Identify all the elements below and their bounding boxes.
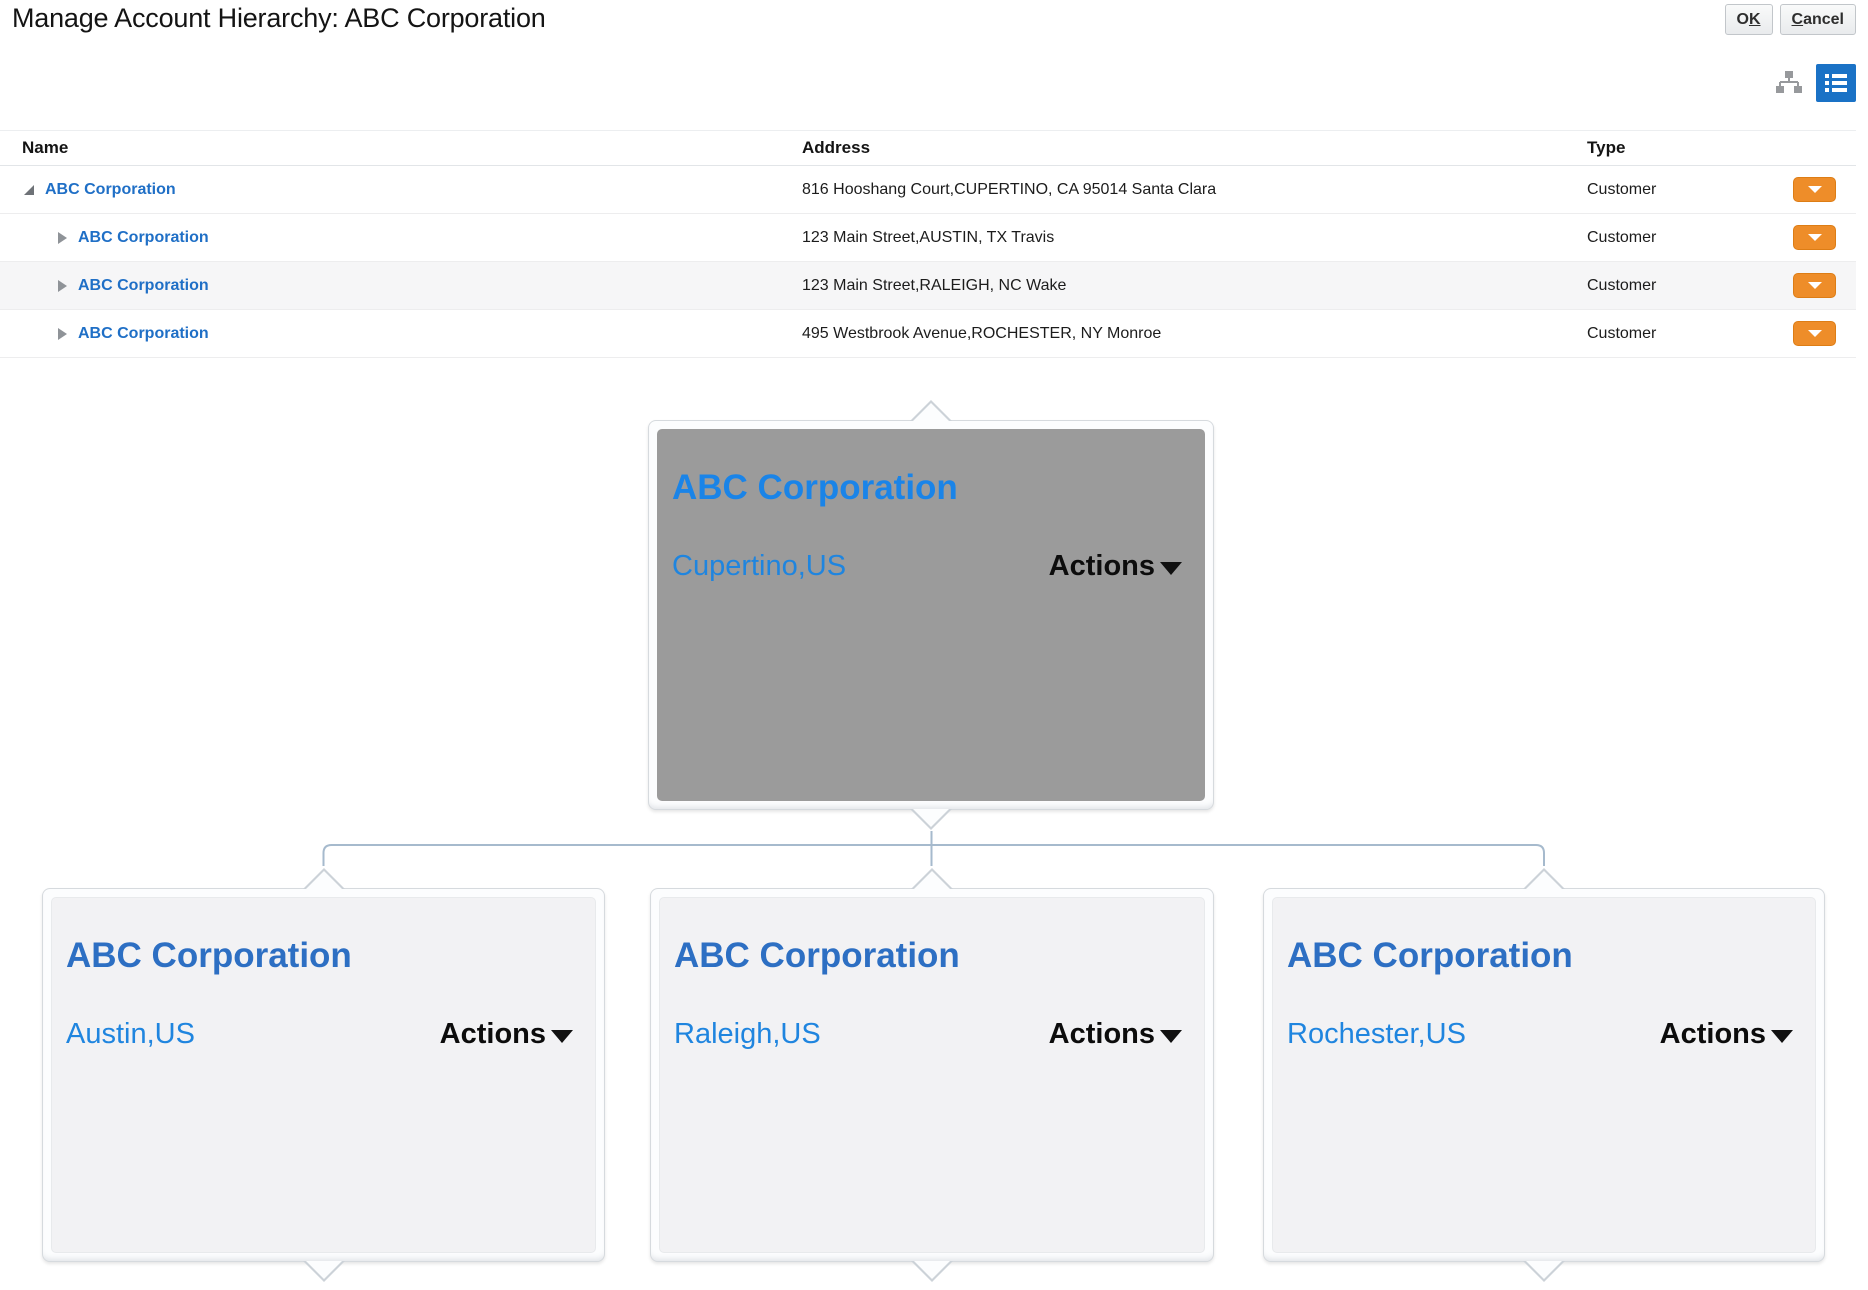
account-name-link[interactable]: ABC Corporation [78,229,209,247]
caret-down-icon [1771,1030,1793,1043]
table-row: ABC Corporation 123 Main Street,RALEIGH,… [0,262,1856,310]
account-name-link[interactable]: ABC Corporation [78,325,209,343]
address-cell: 123 Main Street,AUSTIN, TX Travis [790,229,1577,247]
expand-arrow-icon[interactable] [58,328,67,340]
node-location: Raleigh,US [674,1018,821,1051]
cancel-button[interactable]: Cancel [1780,4,1856,35]
hierarchy-node-child[interactable]: ABC Corporation Rochester,US Actions [1263,888,1825,1262]
address-cell: 123 Main Street,RALEIGH, NC Wake [790,277,1577,295]
node-location: Rochester,US [1287,1018,1466,1051]
expand-arrow-icon[interactable] [24,185,34,195]
type-cell: Customer [1577,181,1783,199]
node-location: Cupertino,US [672,550,846,583]
type-cell: Customer [1577,325,1783,343]
ok-button[interactable]: OK [1725,4,1773,35]
header-buttons: OK Cancel [1725,4,1857,35]
expand-arrow-icon[interactable] [58,232,67,244]
table-row: ABC Corporation 495 Westbrook Avenue,ROC… [0,310,1856,358]
column-header-address: Address [790,138,1577,158]
caret-down-icon [1808,186,1822,193]
expand-arrow-icon[interactable] [58,280,67,292]
account-name-link[interactable]: ABC Corporation [78,277,209,295]
node-name-link[interactable]: ABC Corporation [674,936,1190,976]
node-actions-menu[interactable]: Actions [1660,1018,1793,1051]
hierarchy-node-root[interactable]: ABC Corporation Cupertino,US Actions [648,420,1214,810]
node-location: Austin,US [66,1018,195,1051]
row-actions-dropdown-button[interactable] [1793,273,1836,298]
address-cell: 495 Westbrook Avenue,ROCHESTER, NY Monro… [790,325,1577,343]
row-actions-dropdown-button[interactable] [1793,321,1836,346]
view-toolbar [1774,64,1856,102]
type-cell: Customer [1577,229,1783,247]
caret-down-icon [1808,330,1822,337]
caret-down-icon [1160,1030,1182,1043]
caret-down-icon [1808,234,1822,241]
column-header-name: Name [0,138,790,158]
row-actions-dropdown-button[interactable] [1793,177,1836,202]
table-header-row: Name Address Type [0,130,1856,166]
node-actions-menu[interactable]: Actions [440,1018,573,1051]
caret-down-icon [1160,562,1182,575]
table-body: ABC Corporation 816 Hooshang Court,CUPER… [0,166,1856,358]
list-view-button[interactable] [1816,64,1856,102]
table-row: ABC Corporation 816 Hooshang Court,CUPER… [0,166,1856,214]
node-actions-menu[interactable]: Actions [1049,550,1182,583]
hierarchy-table: Name Address Type ABC Corporation 816 Ho… [0,130,1856,358]
column-header-type: Type [1577,138,1783,158]
caret-down-icon [1808,282,1822,289]
hierarchy-node-child[interactable]: ABC Corporation Raleigh,US Actions [650,888,1214,1262]
account-name-link[interactable]: ABC Corporation [45,181,176,199]
hierarchy-node-child[interactable]: ABC Corporation Austin,US Actions [42,888,605,1262]
node-name-link[interactable]: ABC Corporation [1287,936,1801,976]
node-name-link[interactable]: ABC Corporation [66,936,581,976]
type-cell: Customer [1577,277,1783,295]
table-row: ABC Corporation 123 Main Street,AUSTIN, … [0,214,1856,262]
row-actions-dropdown-button[interactable] [1793,225,1836,250]
caret-down-icon [551,1030,573,1043]
list-icon [1824,72,1848,94]
node-actions-menu[interactable]: Actions [1049,1018,1182,1051]
org-chart-icon [1775,69,1803,97]
org-chart-view-button[interactable] [1774,68,1804,98]
page-title: Manage Account Hierarchy: ABC Corporatio… [12,3,546,34]
node-name-link[interactable]: ABC Corporation [672,468,1190,508]
address-cell: 816 Hooshang Court,CUPERTINO, CA 95014 S… [790,181,1577,199]
